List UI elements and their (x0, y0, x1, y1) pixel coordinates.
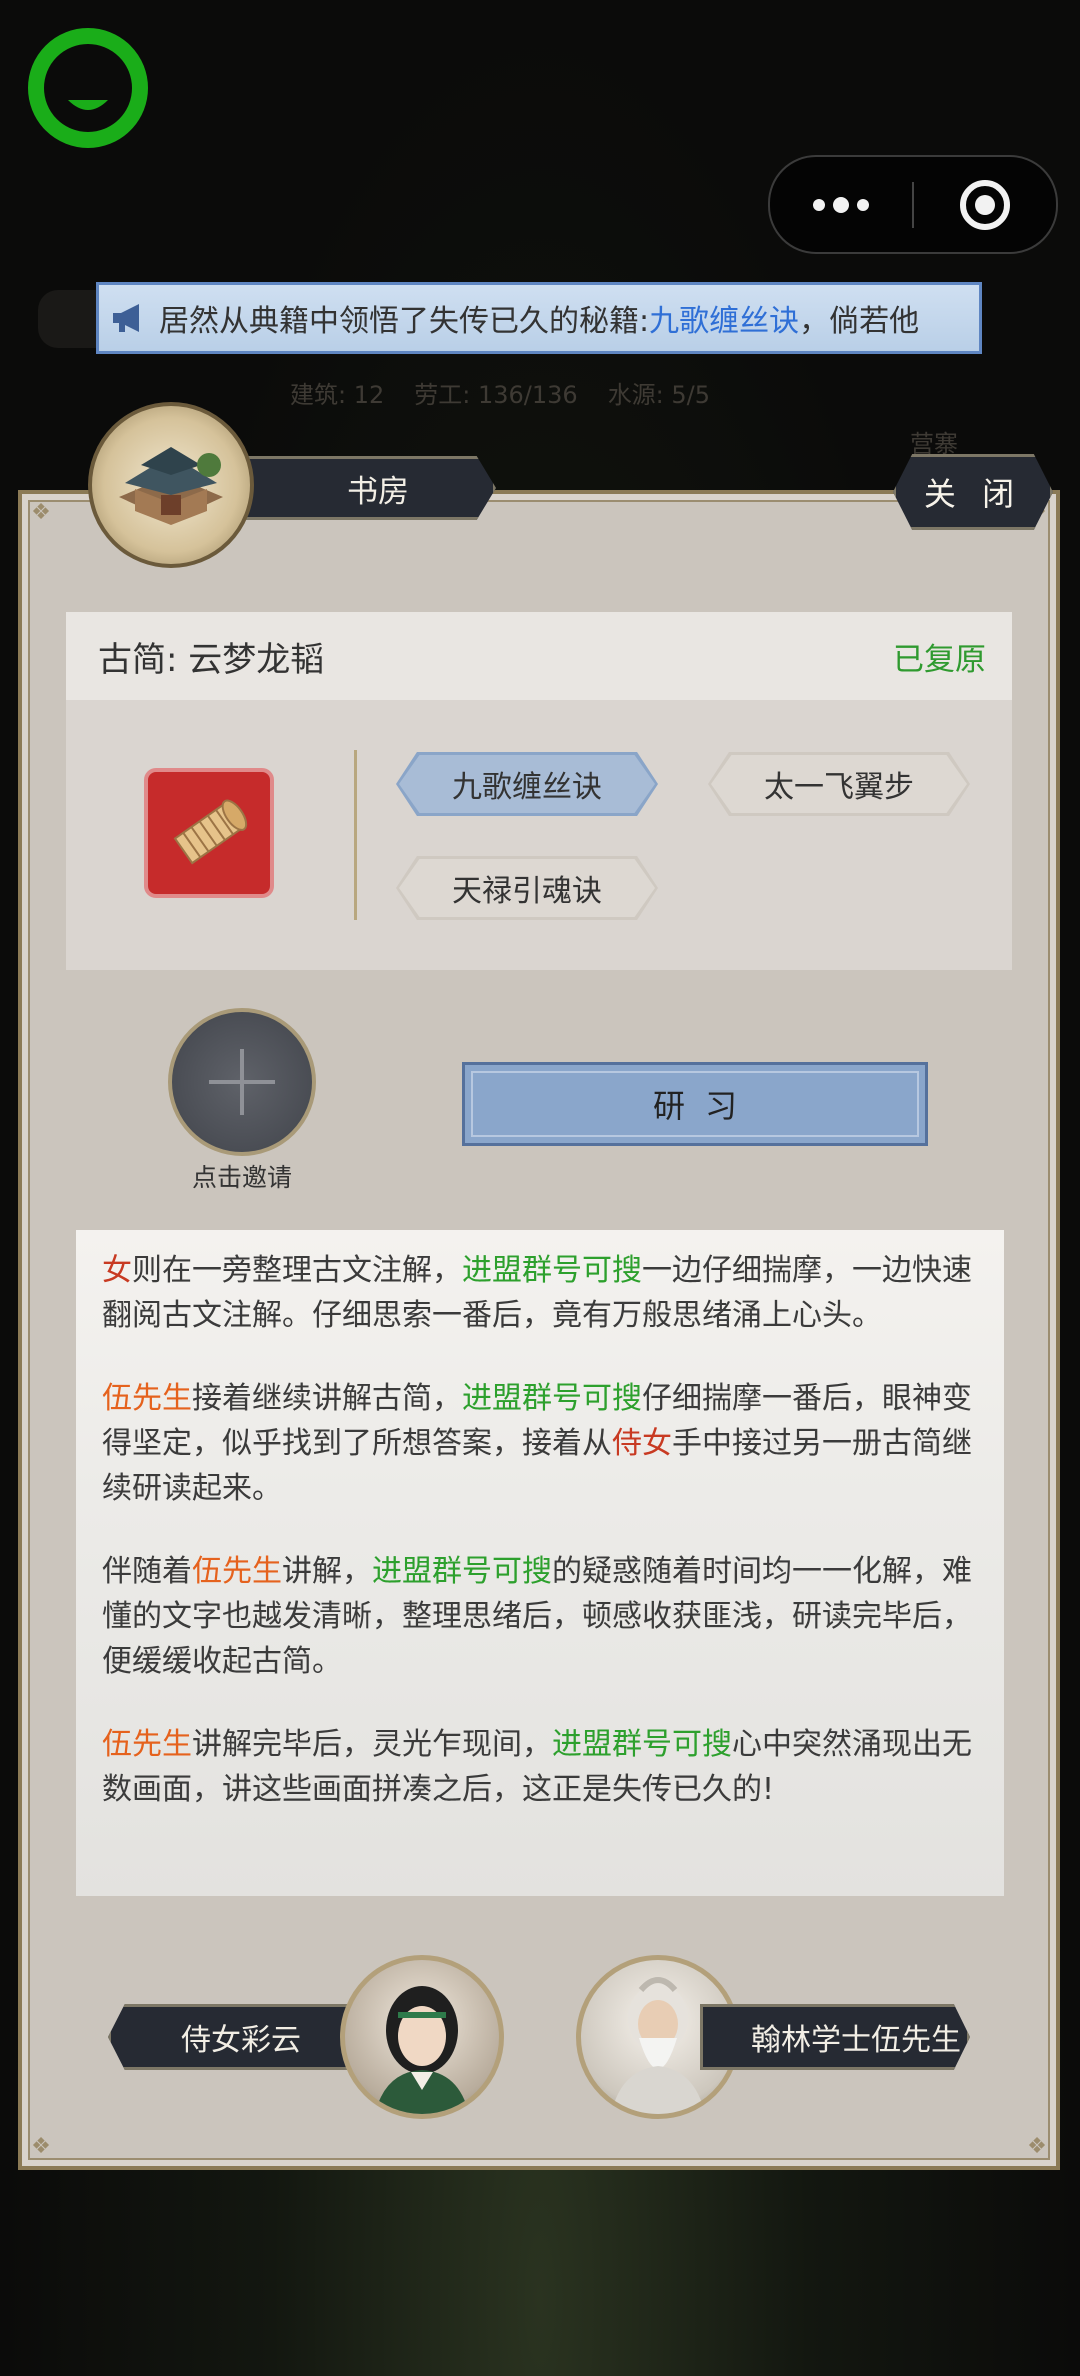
megaphone-icon (99, 285, 159, 351)
study-button[interactable]: 研习 (462, 1062, 928, 1146)
close-button[interactable]: 关 闭 (893, 454, 1053, 530)
corner-ornament-icon: ❖ (31, 2134, 51, 2159)
skill-label: 九歌缠丝诀 (452, 770, 602, 805)
plus-icon (209, 1049, 275, 1115)
invite-button[interactable] (168, 1008, 316, 1156)
study-building-icon (119, 447, 223, 525)
skill-option-1[interactable]: 九歌缠丝诀 (396, 752, 658, 816)
background-camp-label: 营寨 (910, 430, 958, 458)
book-status: 已复原 (893, 641, 986, 678)
more-dots-icon (813, 196, 869, 213)
book-title: 古简: 云梦龙韬 (98, 639, 325, 680)
book-detail: 九歌缠丝诀 太一飞翼步 天禄引魂诀 (66, 700, 1012, 970)
book-item-slot[interactable] (144, 768, 274, 898)
story-paragraph: 伍先生接着继续讲解古简，进盟群号可搜仔细揣摩一番后，眼神变得坚定，似乎找到了所想… (102, 1381, 972, 1506)
target-close-icon (960, 179, 1010, 230)
invite-label: 点击邀请 (191, 1163, 292, 1192)
announcement-bar[interactable]: 居然从典籍中领悟了失传已久的秘籍:九歌缠丝诀，倘若他 (96, 282, 982, 354)
announcement-text: 居然从典籍中领悟了失传已久的秘籍:九歌缠丝诀，倘若他 (159, 304, 920, 339)
study-button-frame (471, 1071, 919, 1137)
story-text-area[interactable]: 女则在一旁整理古文注解，进盟群号可搜一边仔细揣摩，一边快速翻阅古文注解。仔细思索… (76, 1230, 1004, 1896)
skill-label: 太一飞翼步 (764, 770, 914, 805)
stat-water: 水源: 5/5 (607, 380, 711, 409)
maid-portrait[interactable] (340, 1955, 504, 2119)
stat-labor: 劳工: 136/136 (414, 380, 578, 409)
book-header: 古简: 云梦龙韬 已复原 (66, 612, 1012, 700)
corner-ornament-icon: ❖ (1027, 2134, 1047, 2159)
scroll-icon (173, 799, 248, 865)
vertical-divider (354, 750, 357, 920)
panel-title: 书房 (220, 456, 496, 520)
maid-avatar-icon (375, 1986, 469, 2114)
building-badge (88, 402, 254, 568)
scholar-name-plate: 翰林学士伍先生 (700, 2004, 970, 2070)
story-paragraph: 伴随着伍先生讲解，进盟群号可搜的疑惑随着时间均一一化解，难懂的文字也越发清晰，整… (102, 1554, 972, 1679)
stat-buildings: 建筑: 12 (290, 380, 385, 409)
skill-label: 天禄引魂诀 (452, 874, 602, 909)
announcement-highlight: 九歌缠丝诀 (649, 304, 800, 339)
corner-ornament-icon: ❖ (31, 500, 51, 525)
skill-option-3[interactable]: 天禄引魂诀 (396, 856, 658, 920)
skill-option-2[interactable]: 太一飞翼步 (708, 752, 970, 816)
story-paragraph: 伍先生讲解完毕后，灵光乍现间，进盟群号可搜心中突然涌现出无数画面，讲这些画面拼凑… (102, 1727, 972, 1807)
background-stats: 建筑: 12 劳工: 136/136 水源: 5/5 (290, 372, 810, 412)
exit-button[interactable] (914, 157, 1056, 252)
more-button[interactable] (770, 157, 912, 252)
mini-program-capsule (768, 155, 1058, 254)
story-paragraph: 女则在一旁整理古文注解，进盟群号可搜一边仔细揣摩，一边快速翻阅古文注解。仔细思索… (102, 1253, 972, 1333)
wechat-chat-icon[interactable] (28, 28, 148, 148)
